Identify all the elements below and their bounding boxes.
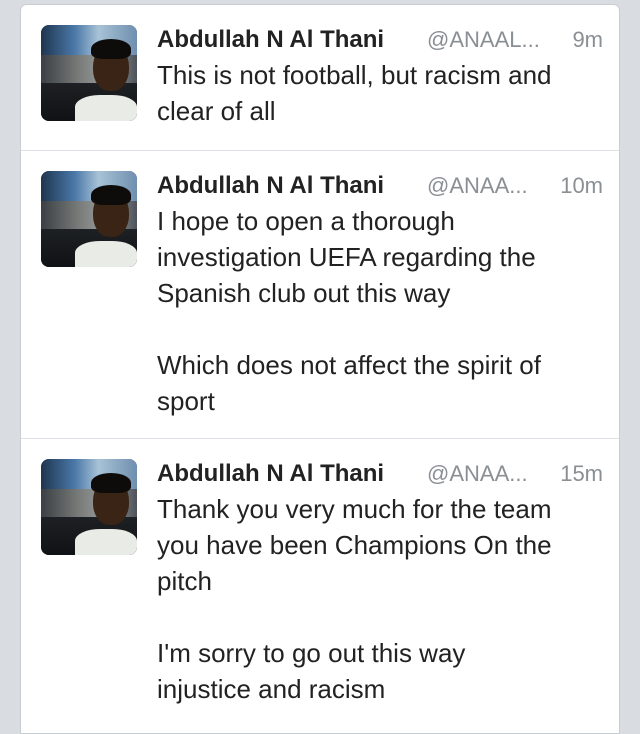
author-handle: @ANAAL... xyxy=(427,27,540,52)
avatar[interactable] xyxy=(41,25,137,121)
tweet-header: Abdullah N Al Thani @ANAAL... 9m xyxy=(157,24,603,56)
tweet-text: This is not football, but racism and cle… xyxy=(157,60,552,126)
tweet-item[interactable]: Abdullah N Al Thani @ANAA... 15m Thank y… xyxy=(21,439,619,733)
tweet-time: 10m xyxy=(560,173,603,198)
tweet-header: Abdullah N Al Thani @ANAA... 15m xyxy=(157,458,603,490)
author-name[interactable]: Abdullah N Al Thani xyxy=(157,170,384,202)
author-name[interactable]: Abdullah N Al Thani xyxy=(157,458,384,490)
tweet-header: Abdullah N Al Thani @ANAA... 10m xyxy=(157,170,603,202)
tweet-text: Thank you very much for the team you hav… xyxy=(157,494,552,704)
tweet-time: 15m xyxy=(560,461,603,486)
tweet-timeline: Abdullah N Al Thani @ANAAL... 9m This is… xyxy=(20,4,620,734)
avatar[interactable] xyxy=(41,459,137,555)
tweet-item[interactable]: Abdullah N Al Thani @ANAAL... 9m This is… xyxy=(21,5,619,150)
author-handle: @ANAA... xyxy=(427,173,528,198)
tweet-time: 9m xyxy=(572,27,603,52)
tweet-text: I hope to open a thorough investigation … xyxy=(157,206,541,416)
author-name[interactable]: Abdullah N Al Thani xyxy=(157,24,384,56)
avatar[interactable] xyxy=(41,171,137,267)
author-handle: @ANAA... xyxy=(427,461,528,486)
tweet-item[interactable]: Abdullah N Al Thani @ANAA... 10m I hope … xyxy=(21,151,619,438)
